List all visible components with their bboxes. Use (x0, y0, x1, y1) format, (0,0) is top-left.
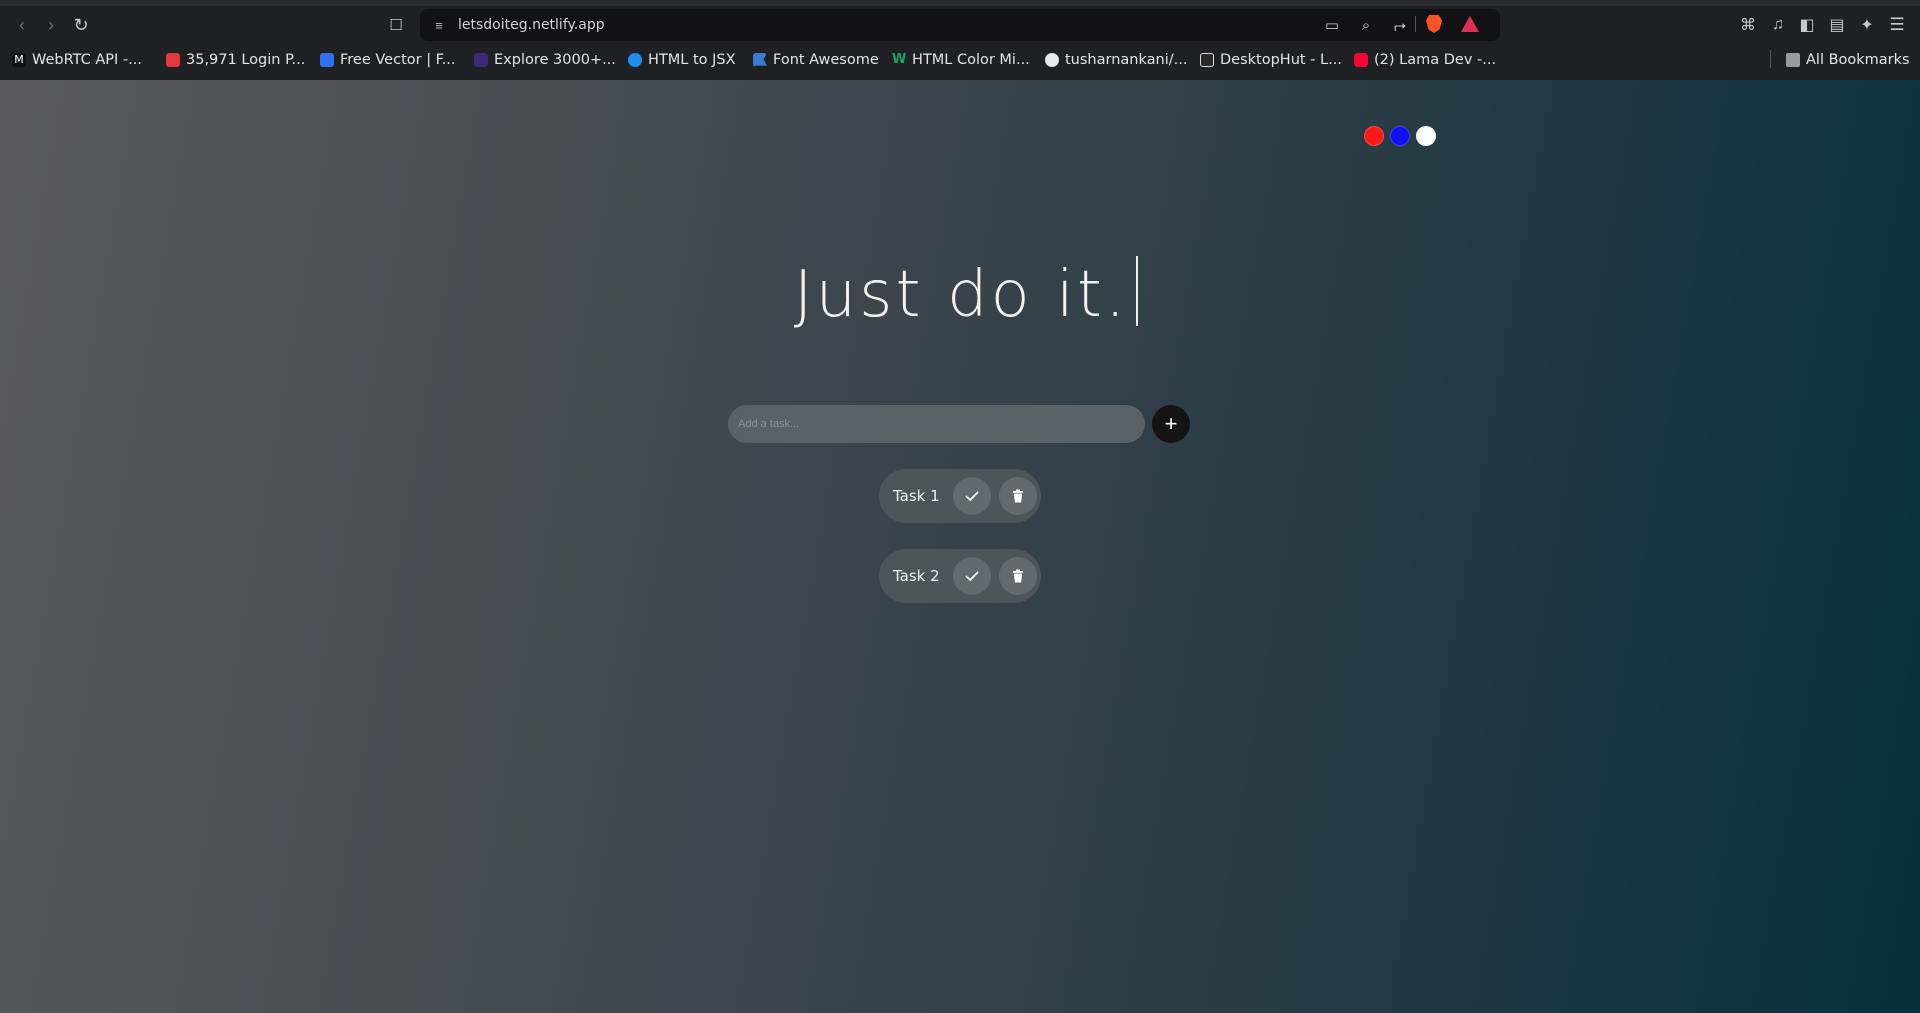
github-icon (1045, 53, 1059, 67)
bookmark-label: 35,971 Login P... (186, 52, 306, 68)
delete-task-button[interactable] (999, 477, 1037, 515)
delete-task-button[interactable] (999, 557, 1037, 595)
url-text[interactable]: letsdoiteg.netlify.app (458, 17, 605, 33)
ui-icon (474, 53, 488, 67)
add-task-button[interactable]: + (1152, 405, 1190, 443)
forward-icon[interactable]: › (37, 11, 65, 39)
youtube-icon (1354, 53, 1368, 67)
all-bookmarks-label: All Bookmarks (1806, 52, 1910, 68)
divider (1770, 50, 1771, 68)
address-bar[interactable]: ≡ letsdoiteg.netlify.app ▭ ⌕ ⮣ (420, 9, 1500, 41)
theme-white-button[interactable] (1416, 126, 1436, 146)
all-bookmarks-button[interactable]: All Bookmarks (1786, 50, 1910, 70)
task-item: Task 2 (879, 549, 1041, 603)
task-input[interactable] (728, 405, 1145, 443)
menu-icon[interactable]: ☰ (1883, 11, 1911, 39)
check-icon (965, 491, 979, 501)
cast-icon[interactable]: ▭ (1320, 13, 1344, 37)
bookmark-item[interactable]: (2) Lama Dev -... (1354, 50, 1496, 70)
trash-icon (1013, 489, 1023, 503)
task-item: Task 1 (879, 469, 1041, 523)
bookmark-label: HTML Color Mi... (912, 52, 1030, 68)
back-icon[interactable]: ‹ (8, 11, 36, 39)
bookmark-label: Explore 3000+... (494, 52, 616, 68)
share-icon[interactable]: ⮣ (1388, 13, 1412, 37)
add-task-form: + (728, 405, 1190, 445)
task-label: Task 1 (893, 487, 940, 505)
bookmark-item[interactable]: DesktopHut - L... (1200, 50, 1342, 70)
transform-icon (628, 53, 642, 67)
browser-toolbar: ‹ › ↻ ☐ ≡ letsdoiteg.netlify.app ▭ ⌕ ⮣ ⌘… (0, 7, 1920, 43)
media-icon[interactable]: ♫ (1764, 11, 1792, 39)
site-settings-icon[interactable]: ≡ (430, 16, 448, 34)
bookmark-label: Free Vector | F... (340, 52, 456, 68)
theme-switcher (1364, 126, 1436, 146)
bookmark-item[interactable]: Font Awesome (753, 50, 879, 70)
bookmark-label: WebRTC API -... (32, 52, 142, 68)
bookmarks-bar: M WebRTC API -... 35,971 Login P... Free… (0, 47, 1920, 73)
webrtc-icon: M (12, 53, 26, 67)
bookmark-label: Font Awesome (773, 52, 879, 68)
complete-task-button[interactable] (953, 477, 991, 515)
complete-task-button[interactable] (953, 557, 991, 595)
zoom-icon[interactable]: ⌕ (1354, 13, 1378, 37)
bookmark-label: tusharnankani/... (1065, 52, 1188, 68)
freepik-blue-icon (320, 53, 334, 67)
bookmark-item[interactable]: Free Vector | F... (320, 50, 456, 70)
folder-icon (1786, 53, 1800, 67)
sidebar-icon[interactable]: ◧ (1793, 11, 1821, 39)
extensions-icon[interactable]: ⌘ (1734, 11, 1762, 39)
freepik-icon (166, 53, 180, 67)
bookmark-label: DesktopHut - L... (1220, 52, 1342, 68)
trash-icon (1013, 569, 1023, 583)
bookmark-label: (2) Lama Dev -... (1374, 52, 1497, 68)
brave-rewards-icon[interactable] (1461, 16, 1479, 32)
bookmark-label: HTML to JSX (648, 52, 736, 68)
todo-app: Just do it. + Task 1 Task 2 (0, 80, 1920, 1013)
page-title-text: Just do it. (793, 258, 1129, 332)
bookmark-item[interactable]: tusharnankani/... (1045, 50, 1187, 70)
tab-strip (0, 0, 1920, 6)
task-label: Task 2 (893, 567, 940, 585)
plus-icon: + (1164, 411, 1178, 436)
typing-cursor (1136, 256, 1139, 326)
leo-ai-icon[interactable]: ✦ (1853, 11, 1881, 39)
bookmark-item[interactable]: 35,971 Login P... (166, 50, 305, 70)
title-container: Just do it. (0, 256, 1920, 332)
divider (1415, 16, 1416, 32)
check-icon (965, 571, 979, 581)
bookmark-icon[interactable]: ☐ (382, 11, 410, 39)
reload-icon[interactable]: ↻ (67, 11, 95, 39)
bookmark-item[interactable]: W HTML Color Mi... (892, 50, 1030, 70)
w-icon: W (892, 52, 907, 67)
browser-chrome: ‹ › ↻ ☐ ≡ letsdoiteg.netlify.app ▭ ⌕ ⮣ ⌘… (0, 0, 1920, 80)
wallet-icon[interactable]: ▤ (1823, 11, 1851, 39)
theme-blue-button[interactable] (1390, 126, 1410, 146)
flag-icon (753, 53, 767, 67)
bookmark-item[interactable]: HTML to JSX (628, 50, 736, 70)
dh-icon (1200, 53, 1214, 67)
theme-red-button[interactable] (1364, 126, 1384, 146)
page-title: Just do it. (794, 256, 1139, 332)
brave-shield-icon[interactable] (1426, 15, 1442, 33)
bookmark-item[interactable]: Explore 3000+... (474, 50, 616, 70)
bookmark-item[interactable]: M WebRTC API -... (12, 50, 142, 70)
